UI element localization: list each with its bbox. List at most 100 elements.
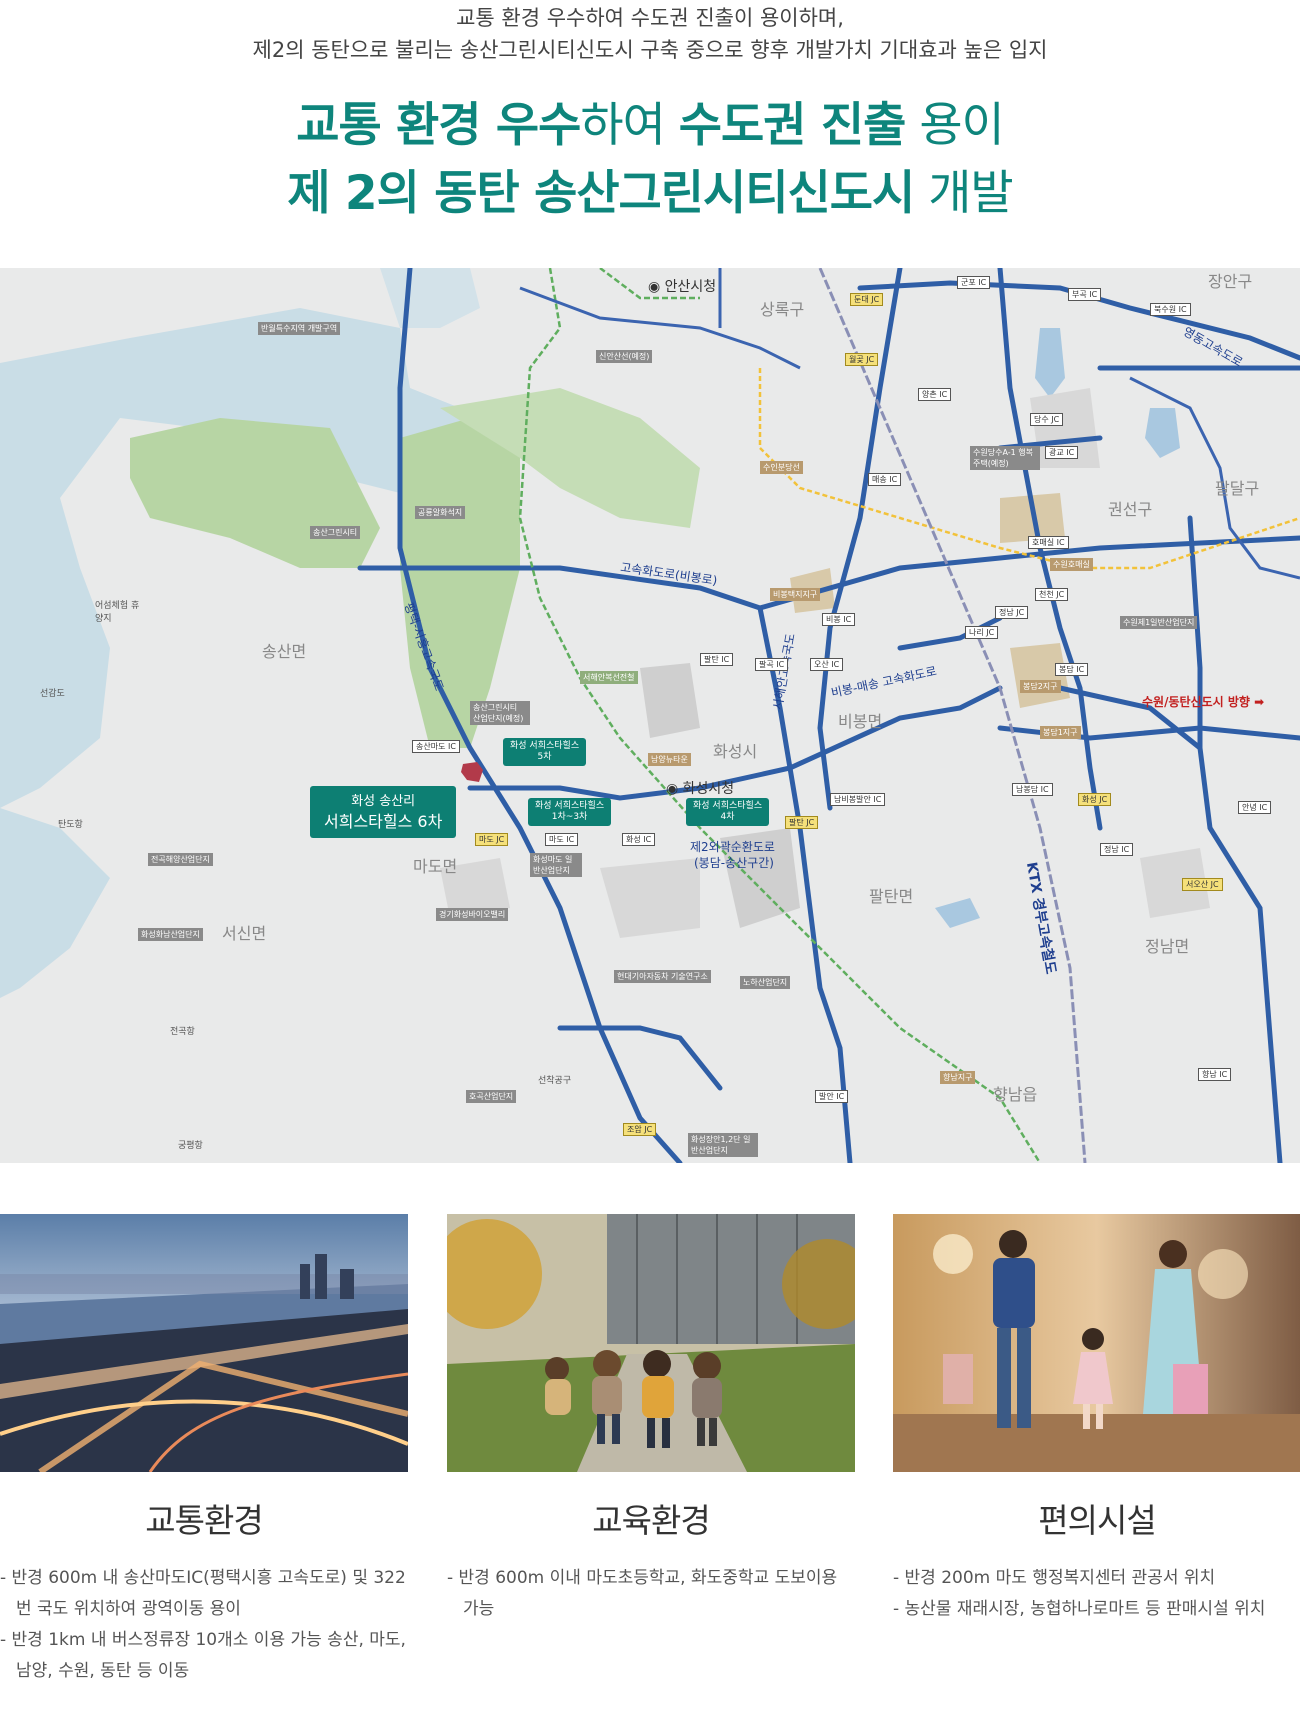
city-ansan: ◉ 안산시청 [648, 279, 717, 295]
ic-bibong: 비봉 IC [822, 613, 856, 626]
list-item: - 농산물 재래시장, 농협하나로마트 등 판매시설 위치 [893, 1599, 1266, 1619]
city-hwaseong-label: 화성시청 [682, 781, 735, 797]
ic-dundae: 둔대 JC [850, 293, 884, 306]
place-hogok: 호곡산업단지 [466, 1090, 517, 1103]
ic-hyangnam: 향남 IC [1198, 1068, 1232, 1081]
place-namyang-newtown: 남양뉴타운 [648, 753, 691, 766]
ic-cheoncheon: 천천 JC [1035, 588, 1069, 601]
ic-songsan-mado: 송산마도 IC [412, 740, 460, 753]
headline-line-1: 교통 환경 우수하여 수도권 진출 용이 [0, 92, 1300, 160]
photo-transport-image [0, 1214, 408, 1472]
location-map[interactable]: 송산면 마도면 서신면 비봉면 팔탄면 정남면 향남읍 화성시 권선구 팔달구 … [0, 268, 1300, 1163]
photo-education-image [447, 1214, 855, 1472]
place-seongam: 선감도 [40, 689, 65, 699]
ic-hwaseong-jc: 화성 JC [1078, 793, 1112, 806]
place-jeongok-port: 전곡항 [170, 1027, 195, 1037]
place-bio-valley: 경기화성바이오밸리 [436, 908, 509, 921]
place-seonchak: 선착공구 [538, 1076, 572, 1086]
site-main-6[interactable]: 화성 송산리 서희스타힐스 6차 [310, 786, 457, 838]
headline-1d: 용이 [905, 98, 1004, 153]
place-jeongok: 전곡해양산업단지 [148, 853, 213, 866]
place-bongdam2: 봉담2지구 [1020, 680, 1061, 693]
ic-jeongnam: 정남 IC [1100, 843, 1134, 856]
ic-nari: 나리 JC [965, 626, 999, 639]
headline-1a: 교통 환경 우수 [296, 98, 581, 153]
region-sangnok: 상록구 [760, 300, 805, 319]
region-jangan: 장안구 [1208, 272, 1253, 291]
site-1-3[interactable]: 화성 서희스타힐스 1차~3차 [528, 798, 612, 826]
ic-gwanggyo: 광교 IC [1045, 446, 1079, 459]
photo-education [447, 1214, 855, 1472]
site-4-line1: 화성 서희스타힐스 [693, 801, 763, 811]
ic-homaesil: 호매실 IC [1028, 536, 1069, 549]
site-5-line2: 5차 [537, 752, 552, 762]
ic-nambongdam: 남봉담 IC [1012, 783, 1053, 796]
region-seosin: 서신면 [222, 924, 267, 943]
ic-paltan: 팔탄 IC [700, 653, 734, 666]
headline: 교통 환경 우수하여 수도권 진출 용이 제 2의 동탄 송산그린시티신도시 개… [0, 92, 1300, 228]
site-13-line2: 1차~3차 [551, 812, 588, 822]
road-label-ring2: 제2외곽순환도로 [690, 840, 775, 854]
ic-dangsu: 당수 JC [1030, 413, 1064, 426]
region-hyangnam: 향남읍 [993, 1085, 1038, 1104]
ic-mado-jc: 마도 JC [475, 833, 509, 846]
site-5[interactable]: 화성 서희스타힐스 5차 [503, 738, 587, 766]
headline-1b: 하여 [580, 98, 679, 153]
list-item: - 반경 200m 마도 행정복지센터 관공서 위치 [893, 1568, 1216, 1588]
site-4-line2: 4차 [720, 812, 735, 822]
headline-2b: 개발 [914, 166, 1013, 221]
place-sinansan: 신안산선(예정) [596, 350, 653, 363]
ic-annyeong: 안녕 IC [1238, 801, 1272, 814]
headline-1c: 수도권 진출 [678, 98, 907, 153]
ic-palgok: 팔곡 IC [755, 658, 789, 671]
intro-line-1: 교통 환경 우수하여 수도권 진출이 용이하며, [456, 6, 844, 30]
region-jeongnam: 정남면 [1145, 937, 1190, 956]
place-noha: 노하산업단지 [740, 976, 791, 989]
place-hyangnam: 향남지구 [940, 1071, 976, 1084]
region-bibong: 비봉면 [838, 712, 883, 731]
region-gwonseon: 권선구 [1108, 500, 1153, 519]
place-suwon-industrial: 수원제1일반산업단지 [1120, 616, 1198, 629]
place-banwol: 반월특수지역 개발구역 [258, 322, 341, 335]
ic-osan: 오산 IC [810, 658, 844, 671]
place-suwon-homaesil: 수원호매실 [1050, 558, 1093, 571]
direction-suwon-dongtan: 수원/동탄신도시 방향 ➡ [1142, 695, 1265, 709]
region-paltan: 팔탄면 [869, 887, 914, 906]
map-background [0, 268, 1300, 1163]
intro-line-2: 제2의 동탄으로 불리는 송산그린시티신도시 구축 중으로 향후 개발가치 기대… [252, 38, 1048, 62]
place-hyundai-kia: 현대기아자동차 기술연구소 [614, 970, 711, 983]
site-main-line1: 화성 송산리 [351, 794, 416, 809]
place-mado-industrial: 화성마도 일반산업단지 [530, 853, 582, 877]
headline-line-2: 제 2의 동탄 송산그린시티신도시 개발 [0, 160, 1300, 228]
photo-amenities [893, 1214, 1300, 1472]
ic-seo-osan: 서오산 JC [1182, 878, 1223, 891]
headline-2a: 제 2의 동탄 송산그린시티신도시 [287, 166, 915, 221]
place-jangan: 화성장안1,2단 일반산업단지 [688, 1133, 758, 1157]
ic-wolgot: 월곶 JC [845, 353, 879, 366]
section-list-amenities: - 반경 200m 마도 행정복지센터 관공서 위치 - 농산물 재래시장, 농… [893, 1563, 1300, 1625]
ic-hwaseong: 화성 IC [622, 833, 656, 846]
ic-yangchon: 양촌 IC [918, 388, 952, 401]
ic-joam: 조암 JC [623, 1123, 657, 1136]
ic-jeongnam-jc: 정남 JC [995, 606, 1029, 619]
site-main-marker-icon [461, 762, 483, 782]
ic-baran: 발안 IC [815, 1090, 849, 1103]
place-bibong-taekji: 비봉택지지구 [770, 588, 821, 601]
ic-buksuwon: 북수원 IC [1150, 303, 1191, 316]
region-paldal: 팔달구 [1215, 479, 1260, 498]
place-suin-bundang: 수인분당선 [760, 461, 803, 474]
region-mado: 마도면 [413, 857, 458, 876]
ic-paltan-jc: 팔탄 JC [785, 816, 819, 829]
place-dino: 공룡알화석지 [415, 506, 466, 519]
city-hwaseong: ◉ 화성시청 [666, 781, 735, 797]
section-list-transport: - 반경 600m 내 송산마도IC(평택시흥 고속도로) 및 322번 국도 … [0, 1563, 408, 1687]
site-main-line2: 서희스타힐스 6차 [324, 812, 443, 831]
ic-maesong: 매송 IC [868, 473, 902, 486]
site-4[interactable]: 화성 서희스타힐스 4차 [686, 798, 770, 826]
place-tando: 탄도항 [58, 820, 83, 830]
city-ansan-label: 안산시청 [664, 279, 717, 295]
section-title-amenities: 편의시설 [1038, 1501, 1156, 1540]
ic-bongdam: 봉담 IC [1055, 663, 1089, 676]
list-item: - 반경 600m 내 송산마도IC(평택시흥 고속도로) 및 322번 국도 … [0, 1568, 406, 1619]
site-5-line1: 화성 서희스타힐스 [510, 741, 580, 751]
